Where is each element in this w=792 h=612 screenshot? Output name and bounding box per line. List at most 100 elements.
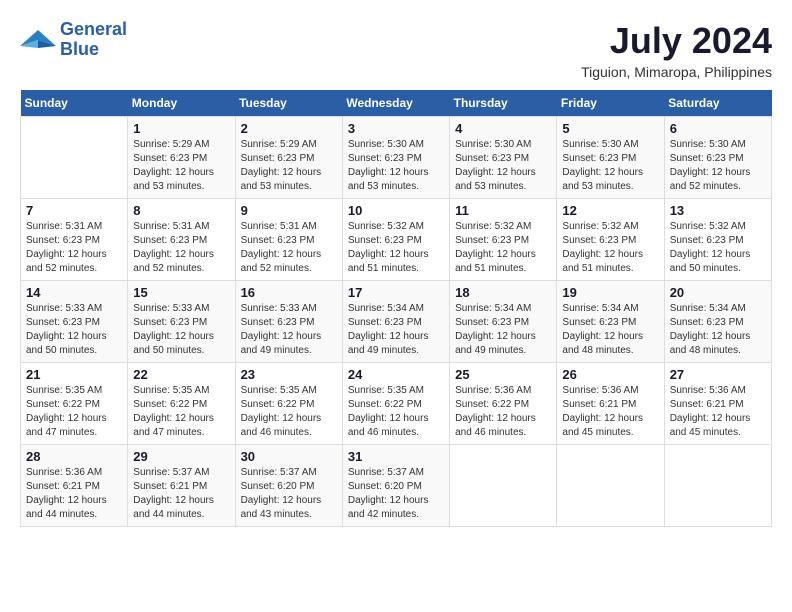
day-info: Sunrise: 5:30 AM Sunset: 6:23 PM Dayligh… bbox=[562, 138, 658, 194]
calendar-week-2: 7 Sunrise: 5:31 AM Sunset: 6:23 PM Daylig… bbox=[21, 199, 772, 281]
day-info: Sunrise: 5:30 AM Sunset: 6:23 PM Dayligh… bbox=[455, 138, 551, 194]
table-row: 12Sunrise: 5:32 AM Sunset: 6:23 PM Dayli… bbox=[557, 199, 664, 281]
day-info: Sunrise: 5:34 AM Sunset: 6:23 PM Dayligh… bbox=[455, 302, 551, 358]
day-number: 10 bbox=[348, 203, 444, 218]
day-number: 6 bbox=[670, 121, 766, 136]
day-info: Sunrise: 5:32 AM Sunset: 6:23 PM Dayligh… bbox=[670, 220, 766, 276]
day-info: Sunrise: 5:33 AM Sunset: 6:23 PM Dayligh… bbox=[133, 302, 229, 358]
calendar-header-row: Sunday Monday Tuesday Wednesday Thursday… bbox=[21, 90, 772, 117]
day-info: Sunrise: 5:35 AM Sunset: 6:22 PM Dayligh… bbox=[133, 384, 229, 440]
table-row: 2 Sunrise: 5:29 AM Sunset: 6:23 PM Daylig… bbox=[235, 117, 342, 199]
table-row: 16 Sunrise: 5:33 AM Sunset: 6:23 PM Dayli… bbox=[235, 281, 342, 363]
table-row: 15 Sunrise: 5:33 AM Sunset: 6:23 PM Dayli… bbox=[128, 281, 235, 363]
day-info: Sunrise: 5:30 AM Sunset: 6:23 PM Dayligh… bbox=[348, 138, 444, 194]
table-row bbox=[21, 117, 128, 199]
calendar-week-1: 1 Sunrise: 5:29 AM Sunset: 6:23 PM Daylig… bbox=[21, 117, 772, 199]
day-number: 1 bbox=[133, 121, 229, 136]
calendar-table: Sunday Monday Tuesday Wednesday Thursday… bbox=[20, 90, 772, 527]
day-info: Sunrise: 5:31 AM Sunset: 6:23 PM Dayligh… bbox=[133, 220, 229, 276]
day-number: 23 bbox=[241, 367, 337, 382]
table-row: 17 Sunrise: 5:34 AM Sunset: 6:23 PM Dayli… bbox=[342, 281, 449, 363]
day-number: 7 bbox=[26, 203, 122, 218]
table-row: 28 Sunrise: 5:36 AM Sunset: 6:21 PM Dayli… bbox=[21, 445, 128, 527]
day-number: 24 bbox=[348, 367, 444, 382]
day-info: Sunrise: 5:35 AM Sunset: 6:22 PM Dayligh… bbox=[241, 384, 337, 440]
table-row: 8 Sunrise: 5:31 AM Sunset: 6:23 PM Daylig… bbox=[128, 199, 235, 281]
day-info: Sunrise: 5:32 AM Sunset: 6:23 PM Dayligh… bbox=[562, 220, 658, 276]
table-row: 4 Sunrise: 5:30 AM Sunset: 6:23 PM Daylig… bbox=[450, 117, 557, 199]
table-row: 5 Sunrise: 5:30 AM Sunset: 6:23 PM Daylig… bbox=[557, 117, 664, 199]
calendar-week-4: 21 Sunrise: 5:35 AM Sunset: 6:22 PM Dayli… bbox=[21, 363, 772, 445]
table-row bbox=[664, 445, 771, 527]
day-number: 21 bbox=[26, 367, 122, 382]
day-info: Sunrise: 5:31 AM Sunset: 6:23 PM Dayligh… bbox=[241, 220, 337, 276]
logo: GeneralBlue bbox=[20, 20, 127, 60]
day-info: Sunrise: 5:30 AM Sunset: 6:23 PM Dayligh… bbox=[670, 138, 766, 194]
day-number: 19 bbox=[562, 285, 658, 300]
day-number: 11 bbox=[455, 203, 551, 218]
col-friday: Friday bbox=[557, 90, 664, 117]
day-info: Sunrise: 5:29 AM Sunset: 6:23 PM Dayligh… bbox=[241, 138, 337, 194]
day-number: 30 bbox=[241, 449, 337, 464]
day-number: 31 bbox=[348, 449, 444, 464]
table-row: 18 Sunrise: 5:34 AM Sunset: 6:23 PM Dayli… bbox=[450, 281, 557, 363]
day-number: 26 bbox=[562, 367, 658, 382]
day-number: 15 bbox=[133, 285, 229, 300]
day-number: 18 bbox=[455, 285, 551, 300]
day-number: 13 bbox=[670, 203, 766, 218]
day-info: Sunrise: 5:37 AM Sunset: 6:20 PM Dayligh… bbox=[348, 466, 444, 522]
day-info: Sunrise: 5:31 AM Sunset: 6:23 PM Dayligh… bbox=[26, 220, 122, 276]
day-number: 4 bbox=[455, 121, 551, 136]
day-info: Sunrise: 5:35 AM Sunset: 6:22 PM Dayligh… bbox=[26, 384, 122, 440]
table-row: 21 Sunrise: 5:35 AM Sunset: 6:22 PM Dayli… bbox=[21, 363, 128, 445]
day-number: 8 bbox=[133, 203, 229, 218]
table-row: 3 Sunrise: 5:30 AM Sunset: 6:23 PM Daylig… bbox=[342, 117, 449, 199]
col-sunday: Sunday bbox=[21, 90, 128, 117]
table-row: 23 Sunrise: 5:35 AM Sunset: 6:22 PM Dayli… bbox=[235, 363, 342, 445]
table-row bbox=[450, 445, 557, 527]
col-saturday: Saturday bbox=[664, 90, 771, 117]
day-info: Sunrise: 5:33 AM Sunset: 6:23 PM Dayligh… bbox=[26, 302, 122, 358]
day-number: 27 bbox=[670, 367, 766, 382]
table-row: 29Sunrise: 5:37 AM Sunset: 6:21 PM Dayli… bbox=[128, 445, 235, 527]
day-info: Sunrise: 5:36 AM Sunset: 6:22 PM Dayligh… bbox=[455, 384, 551, 440]
table-row: 1Sunrise: 5:29 AM Sunset: 6:23 PM Daylig… bbox=[128, 117, 235, 199]
col-tuesday: Tuesday bbox=[235, 90, 342, 117]
location-label: Tiguion, Mimaropa, Philippines bbox=[581, 64, 772, 80]
table-row: 14 Sunrise: 5:33 AM Sunset: 6:23 PM Dayli… bbox=[21, 281, 128, 363]
table-row: 13 Sunrise: 5:32 AM Sunset: 6:23 PM Dayli… bbox=[664, 199, 771, 281]
day-info: Sunrise: 5:33 AM Sunset: 6:23 PM Dayligh… bbox=[241, 302, 337, 358]
day-number: 25 bbox=[455, 367, 551, 382]
day-number: 3 bbox=[348, 121, 444, 136]
day-number: 9 bbox=[241, 203, 337, 218]
logo-text: GeneralBlue bbox=[60, 20, 127, 60]
day-number: 14 bbox=[26, 285, 122, 300]
month-year-title: July 2024 bbox=[581, 20, 772, 62]
day-number: 17 bbox=[348, 285, 444, 300]
day-number: 2 bbox=[241, 121, 337, 136]
day-number: 16 bbox=[241, 285, 337, 300]
day-number: 28 bbox=[26, 449, 122, 464]
table-row: 31 Sunrise: 5:37 AM Sunset: 6:20 PM Dayli… bbox=[342, 445, 449, 527]
day-info: Sunrise: 5:34 AM Sunset: 6:23 PM Dayligh… bbox=[348, 302, 444, 358]
col-wednesday: Wednesday bbox=[342, 90, 449, 117]
table-row: 19 Sunrise: 5:34 AM Sunset: 6:23 PM Dayli… bbox=[557, 281, 664, 363]
calendar-week-5: 28 Sunrise: 5:36 AM Sunset: 6:21 PM Dayli… bbox=[21, 445, 772, 527]
day-info: Sunrise: 5:35 AM Sunset: 6:22 PM Dayligh… bbox=[348, 384, 444, 440]
table-row: 9 Sunrise: 5:31 AM Sunset: 6:23 PM Daylig… bbox=[235, 199, 342, 281]
day-info: Sunrise: 5:36 AM Sunset: 6:21 PM Dayligh… bbox=[670, 384, 766, 440]
table-row: 26Sunrise: 5:36 AM Sunset: 6:21 PM Dayli… bbox=[557, 363, 664, 445]
calendar-week-3: 14 Sunrise: 5:33 AM Sunset: 6:23 PM Dayli… bbox=[21, 281, 772, 363]
day-info: Sunrise: 5:34 AM Sunset: 6:23 PM Dayligh… bbox=[562, 302, 658, 358]
table-row: 27 Sunrise: 5:36 AM Sunset: 6:21 PM Dayli… bbox=[664, 363, 771, 445]
col-thursday: Thursday bbox=[450, 90, 557, 117]
day-info: Sunrise: 5:32 AM Sunset: 6:23 PM Dayligh… bbox=[455, 220, 551, 276]
day-info: Sunrise: 5:37 AM Sunset: 6:20 PM Dayligh… bbox=[241, 466, 337, 522]
table-row: 30 Sunrise: 5:37 AM Sunset: 6:20 PM Dayli… bbox=[235, 445, 342, 527]
table-row: 6 Sunrise: 5:30 AM Sunset: 6:23 PM Daylig… bbox=[664, 117, 771, 199]
col-monday: Monday bbox=[128, 90, 235, 117]
day-number: 5 bbox=[562, 121, 658, 136]
day-number: 22 bbox=[133, 367, 229, 382]
logo-icon bbox=[20, 26, 56, 54]
day-info: Sunrise: 5:36 AM Sunset: 6:21 PM Dayligh… bbox=[26, 466, 122, 522]
